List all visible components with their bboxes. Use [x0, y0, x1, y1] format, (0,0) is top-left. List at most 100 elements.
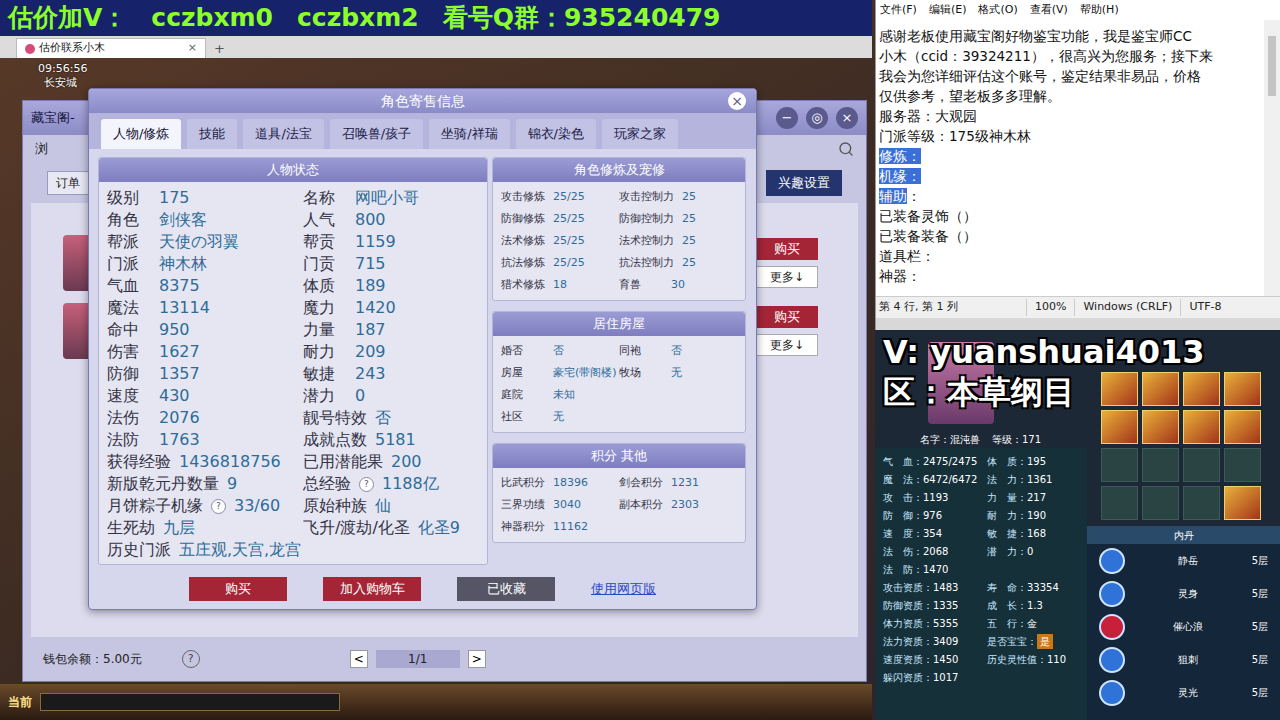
dialog-tab[interactable]: 道具/法宝	[243, 119, 323, 149]
skill-slot-icon[interactable]	[1224, 486, 1261, 520]
stat-value: 1188亿	[382, 472, 439, 496]
skill-slot-icon[interactable]	[1142, 372, 1179, 406]
stat-cell: 门派神木林	[107, 252, 303, 276]
skill-slot-icon[interactable]	[1224, 410, 1261, 444]
more-button[interactable]: 更多↓	[756, 334, 818, 356]
web-link[interactable]: 使用网页版	[591, 579, 656, 599]
stat-value: 3040	[553, 497, 581, 514]
action-button[interactable]: 加入购物车	[323, 577, 421, 601]
skill-slot-icon[interactable]	[1101, 410, 1138, 444]
skill-slot-icon[interactable]	[1183, 410, 1220, 444]
skill-slot-icon[interactable]	[1142, 486, 1179, 520]
stat-cell: 庭院未知	[501, 387, 619, 404]
skill-slot-icon[interactable]	[1183, 448, 1220, 482]
stat-label: 总经验	[303, 472, 351, 496]
window-control[interactable]: −	[776, 107, 798, 129]
stat-value: 25/25	[553, 189, 585, 206]
search-icon[interactable]	[838, 141, 854, 157]
skill-slot-icon[interactable]	[1183, 372, 1220, 406]
menu-item[interactable]: 文件(F)	[880, 2, 917, 19]
dialog-tab[interactable]: 锦衣/染色	[516, 119, 596, 149]
window-control[interactable]: ×	[836, 107, 858, 129]
dialog-tab[interactable]: 技能	[187, 119, 237, 149]
stat-label: 猎术修炼	[501, 277, 545, 294]
status-item: Windows (CRLF)	[1074, 299, 1180, 316]
skill-slot-icon[interactable]	[1142, 448, 1179, 482]
skill-slot-icon[interactable]	[1142, 410, 1179, 444]
dialog-tab[interactable]: 人物/修炼	[101, 119, 181, 149]
menu-bar: 文件(F) 编辑(E) 格式(O) 查看(V) 帮助(H)	[876, 0, 1280, 20]
pet-stat-row: 气 血：2475/2475体 质：195	[883, 452, 1079, 470]
dialog-tab[interactable]: 坐骑/祥瑞	[429, 119, 509, 149]
interest-button[interactable]: 兴趣设置	[766, 170, 842, 196]
window-control[interactable]: ◎	[806, 107, 828, 129]
new-tab-button[interactable]: +	[210, 39, 229, 59]
stat-cell: 魔力1420	[303, 296, 479, 320]
neidan-row: 灵光5层	[1087, 676, 1280, 709]
next-page[interactable]: >	[468, 650, 486, 668]
stat-cell: 体质189	[303, 274, 479, 298]
stat-cell: 潜力0	[303, 384, 479, 408]
stat-label: 命中	[107, 318, 151, 342]
stat-cell: 防御控制力25	[619, 211, 737, 228]
stat-cell: 帮派天使の羽翼	[107, 230, 303, 254]
browser-tab[interactable]: 估价联系小木×	[16, 38, 206, 58]
stat-cell: 法术控制力25	[619, 233, 737, 250]
page-indicator: 1/1	[376, 650, 460, 668]
text-line: 机缘：	[879, 166, 1264, 186]
buy-button[interactable]: 购买	[756, 238, 818, 260]
menu-item[interactable]: 编辑(E)	[929, 2, 967, 19]
stat-cell: 敏捷243	[303, 362, 479, 386]
help-icon[interactable]: ?	[359, 477, 374, 492]
help-icon[interactable]: ?	[182, 650, 200, 668]
skill-slot-icon[interactable]	[1224, 372, 1261, 406]
stat-row: 法伤2076靓号特效否	[107, 406, 479, 428]
stat-label: 攻击修炼	[501, 189, 545, 206]
skill-slot-icon[interactable]	[1101, 448, 1138, 482]
action-button[interactable]: 已收藏	[457, 577, 555, 601]
stat-cell: 获得经验1436818756	[107, 450, 303, 474]
more-button[interactable]: 更多↓	[756, 266, 818, 288]
buy-button[interactable]: 购买	[756, 306, 818, 328]
help-icon[interactable]: ?	[211, 499, 226, 514]
neidan-row: 狙刺5层	[1087, 643, 1280, 676]
stat-value: 175	[159, 186, 190, 210]
region-text: 区：本草纲目	[883, 372, 1205, 412]
stat-value: 25/25	[553, 233, 585, 250]
tab-close[interactable]: ×	[188, 40, 197, 57]
stat-label: 法伤	[107, 406, 151, 430]
stat-label: 门派	[107, 252, 151, 276]
text-area[interactable]: 感谢老板使用藏宝阁好物鉴宝功能，我是鉴宝师CC小木（ccid：39324211）…	[876, 20, 1264, 296]
stat-cell: 速度430	[107, 384, 303, 408]
skill-slot-icon[interactable]	[1101, 486, 1138, 520]
stat-label: 牧场	[619, 365, 663, 382]
prev-page[interactable]: <	[350, 650, 368, 668]
stat-row: 婚否否同袍否	[501, 340, 737, 362]
skill-slot-icon[interactable]	[1224, 448, 1261, 482]
stat-row: 级别175名称网吧小哥	[107, 186, 479, 208]
stat-label: 角色	[107, 208, 151, 232]
dialog-tab[interactable]: 召唤兽/孩子	[330, 119, 423, 149]
menu-item[interactable]: 帮助(H)	[1080, 2, 1119, 19]
stat-row: 防御1357敏捷243	[107, 362, 479, 384]
neidan-icon	[1099, 548, 1125, 574]
action-button[interactable]: 购买	[189, 577, 287, 601]
dialog-tab[interactable]: 玩家之家	[602, 119, 678, 149]
stat-value: 网吧小哥	[355, 186, 419, 210]
channel-label[interactable]: 当前	[8, 693, 32, 711]
order-button[interactable]: 订单	[47, 171, 89, 195]
skill-slot-icon[interactable]	[1101, 372, 1138, 406]
menu-item[interactable]: 格式(O)	[978, 2, 1017, 19]
nav-text[interactable]: 浏	[35, 139, 48, 159]
stat-label: 伤害	[107, 340, 151, 364]
menu-item[interactable]: 查看(V)	[1030, 2, 1068, 19]
stat-label: 副本积分	[619, 497, 663, 514]
dialog-close[interactable]: ×	[728, 92, 746, 110]
notepad-window: 文件(F) 编辑(E) 格式(O) 查看(V) 帮助(H)感谢老板使用藏宝阁好物鉴宝功能…	[875, 0, 1280, 330]
skill-slot-icon[interactable]	[1183, 486, 1220, 520]
stat-cell: 力量187	[303, 318, 479, 342]
stat-value: 243	[355, 362, 386, 386]
stat-value: 1357	[159, 362, 200, 386]
stat-cell: 育兽30	[619, 277, 737, 294]
scrollbar[interactable]	[1264, 20, 1280, 296]
